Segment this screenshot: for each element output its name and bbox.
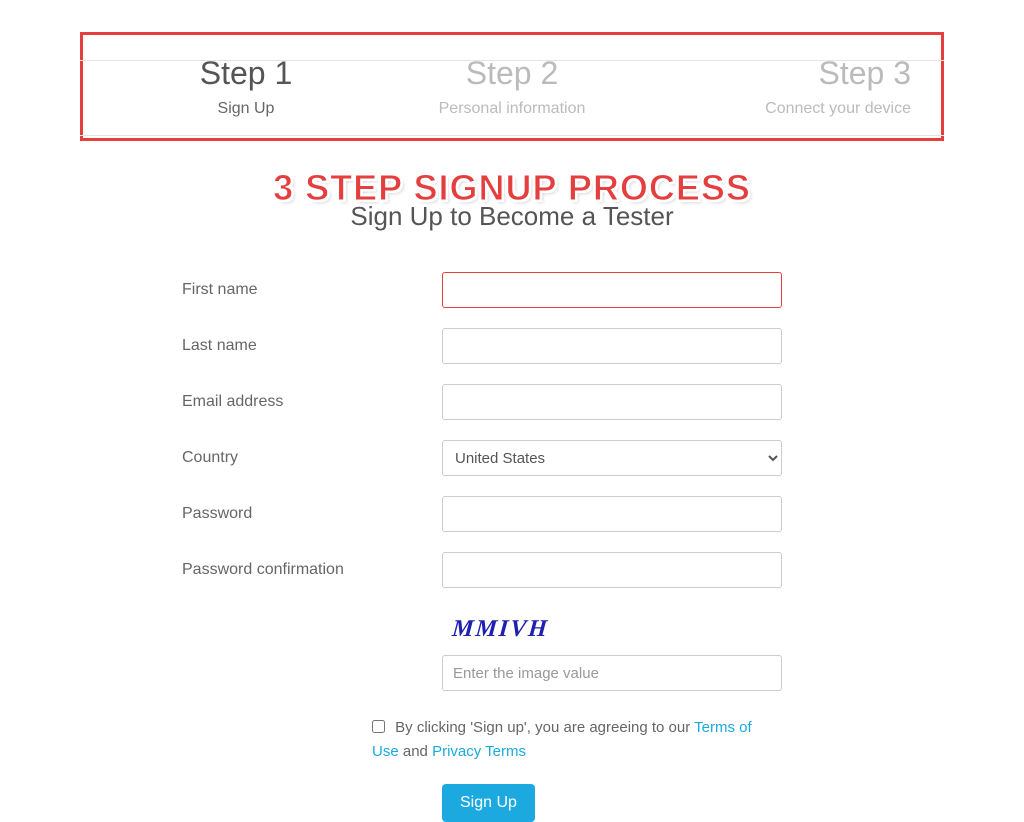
step-3-subtitle: Connect your device — [645, 100, 911, 118]
first-name-label: First name — [182, 281, 442, 299]
email-label: Email address — [182, 393, 442, 411]
step-2-title: Step 2 — [379, 55, 645, 92]
password-confirm-input[interactable] — [442, 552, 782, 588]
country-select[interactable]: United States — [442, 440, 782, 476]
captcha-image: MMIVH — [440, 608, 784, 655]
step-2-subtitle: Personal information — [379, 100, 645, 118]
last-name-label: Last name — [182, 337, 442, 355]
terms-section: By clicking 'Sign up', you are agreeing … — [372, 716, 772, 764]
form-heading: Sign Up to Become a Tester — [0, 201, 1024, 232]
signup-button[interactable]: Sign Up — [442, 784, 535, 822]
captcha-input[interactable] — [442, 655, 782, 691]
country-label: Country — [182, 449, 442, 467]
privacy-terms-link[interactable]: Privacy Terms — [432, 743, 526, 760]
terms-text-prefix: By clicking 'Sign up', you are agreeing … — [395, 719, 694, 736]
last-name-row: Last name — [182, 328, 872, 364]
step-3-title: Step 3 — [645, 55, 911, 92]
password-label: Password — [182, 505, 442, 523]
email-input[interactable] — [442, 384, 782, 420]
captcha-section: MMIVH — [442, 608, 782, 691]
signup-button-wrap: Sign Up — [442, 784, 872, 822]
step-1: Step 1 Sign Up — [113, 55, 379, 118]
country-row: Country United States — [182, 440, 872, 476]
password-input[interactable] — [442, 496, 782, 532]
password-confirm-row: Password confirmation — [182, 552, 872, 588]
signup-form: First name Last name Email address Count… — [152, 272, 872, 822]
terms-text-connector: and — [399, 743, 432, 760]
steps-box: Step 1 Sign Up Step 2 Personal informati… — [80, 32, 944, 141]
step-2: Step 2 Personal information — [379, 55, 645, 118]
terms-checkbox[interactable] — [372, 720, 385, 733]
email-row: Email address — [182, 384, 872, 420]
password-confirm-label: Password confirmation — [182, 561, 442, 579]
password-row: Password — [182, 496, 872, 532]
first-name-row: First name — [182, 272, 872, 308]
step-3: Step 3 Connect your device — [645, 55, 911, 118]
steps-progress: Step 1 Sign Up Step 2 Personal informati… — [80, 32, 944, 141]
first-name-input[interactable] — [442, 272, 782, 308]
step-1-subtitle: Sign Up — [113, 100, 379, 118]
last-name-input[interactable] — [442, 328, 782, 364]
step-1-title: Step 1 — [113, 55, 379, 92]
